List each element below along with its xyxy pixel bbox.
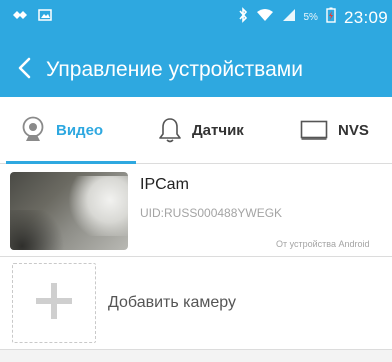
usb-icon bbox=[12, 8, 28, 26]
webcam-icon bbox=[20, 116, 46, 144]
tab-nvs-label: NVS bbox=[338, 121, 369, 139]
add-camera-box[interactable] bbox=[12, 263, 96, 343]
tab-nvs[interactable]: NVS bbox=[300, 97, 369, 163]
back-button[interactable] bbox=[4, 50, 44, 90]
plus-icon bbox=[34, 281, 74, 326]
device-tabs: Видео Датчик NVS bbox=[0, 97, 392, 164]
camera-thumbnail bbox=[10, 172, 128, 250]
tab-video-label: Видео bbox=[56, 121, 104, 139]
wifi-icon bbox=[256, 8, 274, 27]
tab-video[interactable]: Видео bbox=[20, 97, 103, 163]
status-clock: 23:09 bbox=[343, 7, 388, 27]
camera-name: IPCam bbox=[140, 176, 189, 193]
monitor-icon bbox=[300, 119, 328, 141]
camera-list-item[interactable]: IPCam UID:RUSS000488YWEGK От устройства … bbox=[0, 164, 392, 257]
chevron-left-icon bbox=[17, 57, 31, 84]
image-icon bbox=[38, 8, 52, 26]
battery-percent: 5% bbox=[303, 12, 318, 23]
tab-sensor[interactable]: Датчик bbox=[158, 97, 244, 163]
battery-charging-icon bbox=[326, 7, 336, 28]
bluetooth-icon bbox=[238, 7, 248, 28]
camera-uid: UID:RUSS000488YWEGK bbox=[140, 206, 283, 220]
page-title: Управление устройствами bbox=[46, 58, 303, 81]
bell-icon bbox=[158, 116, 182, 144]
add-camera-item[interactable]: Добавить камеру bbox=[0, 257, 392, 350]
tab-sensor-label: Датчик bbox=[192, 121, 244, 139]
add-camera-label: Добавить камеру bbox=[108, 294, 237, 311]
app-header: 5% 23:09 Управление устройствами bbox=[0, 0, 392, 97]
status-bar: 5% 23:09 bbox=[0, 0, 392, 34]
camera-source: От устройства Android bbox=[276, 239, 370, 249]
signal-icon bbox=[282, 8, 296, 27]
title-bar: Управление устройствами bbox=[0, 48, 392, 92]
